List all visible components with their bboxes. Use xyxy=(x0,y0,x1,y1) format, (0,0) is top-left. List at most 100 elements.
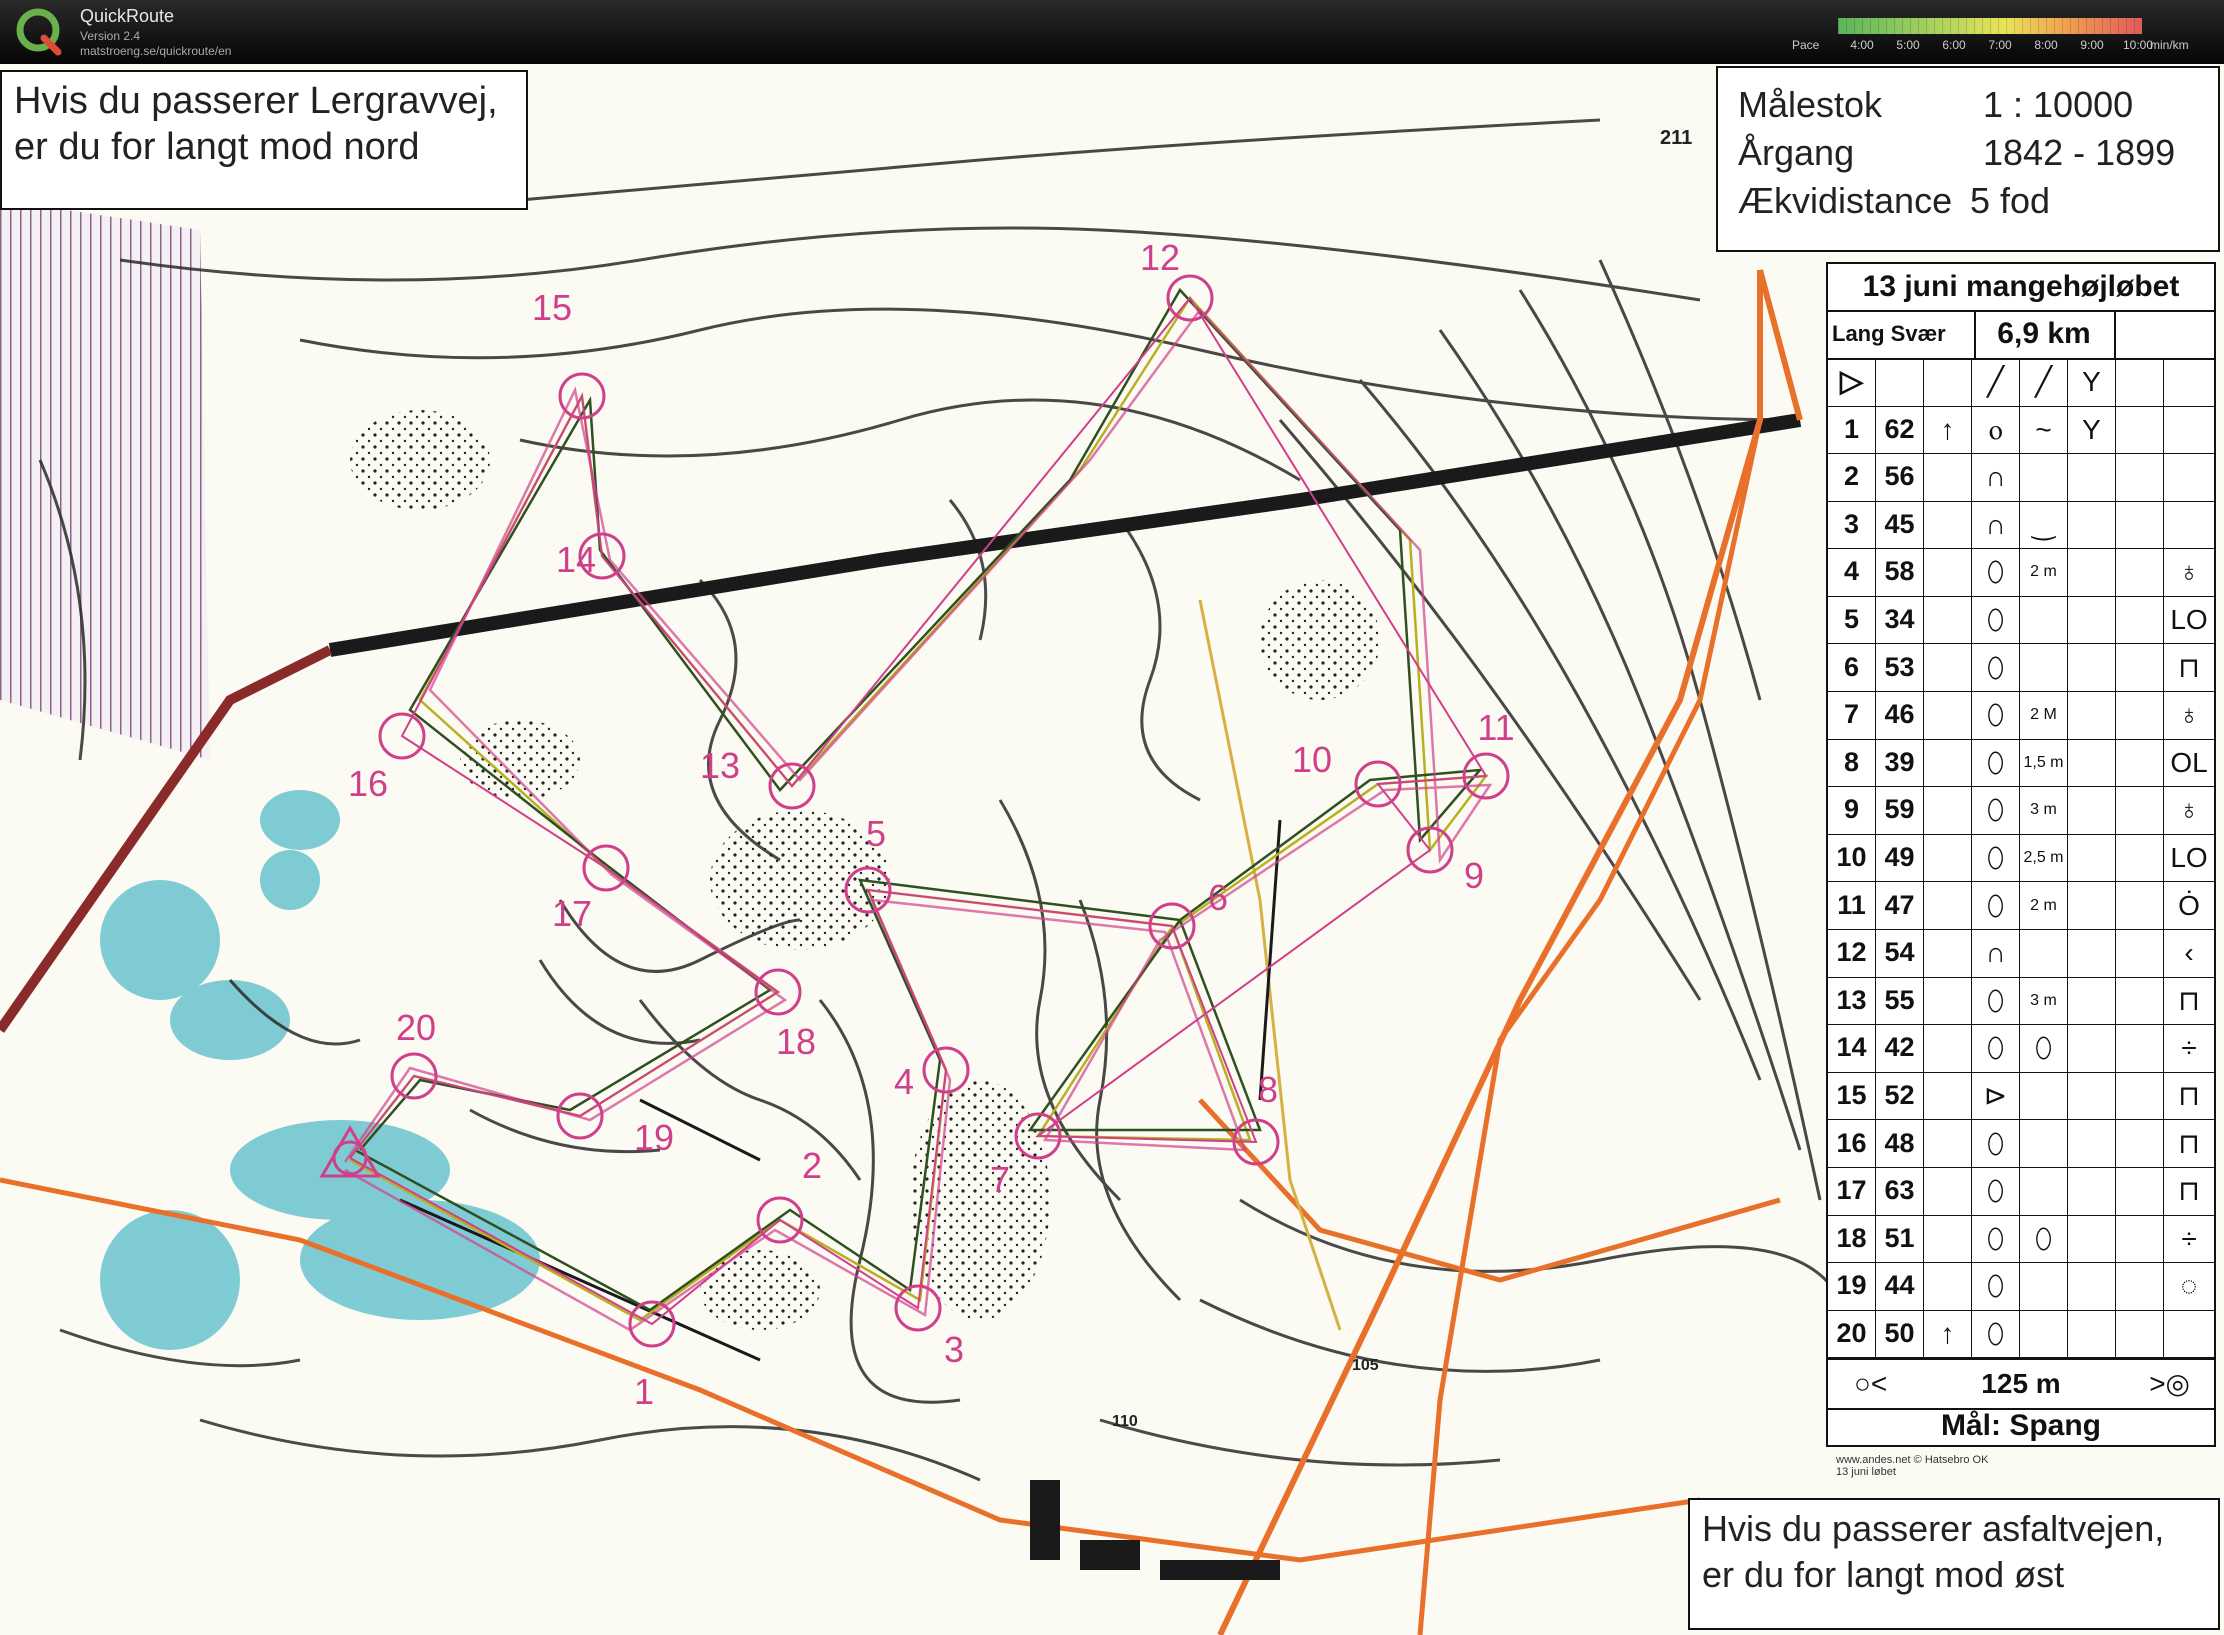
control-code: 59 xyxy=(1876,786,1924,834)
pace-tick: 10:00 xyxy=(2122,38,2154,52)
control-row: 19 44 ⬯ ◌ xyxy=(1828,1262,2214,1311)
empty-cell xyxy=(2116,1262,2164,1310)
control-number-label: 17 xyxy=(551,893,593,934)
control-code: 54 xyxy=(1876,929,1924,977)
control-row: 8 39 ⬯ 1,5 m OL xyxy=(1828,738,2214,788)
control-feature-icon: 3 m xyxy=(2020,976,2068,1025)
control-number-label: 13 xyxy=(699,745,741,786)
control-feature-icon xyxy=(2020,929,2068,977)
control-row: 5 34 ⬯ LO xyxy=(1828,595,2214,645)
control-row: 20 50 ↑ ⬯ xyxy=(1828,1309,2214,1359)
control-feature-icon xyxy=(1924,1167,1972,1215)
height-label: 105 xyxy=(1352,1357,1379,1374)
control-feature-icon xyxy=(2068,786,2116,834)
control-feature-icon xyxy=(1924,1071,1972,1120)
title-bar: QuickRoute Version 2.4 matstroeng.se/qui… xyxy=(0,0,2224,64)
control-row: 6 53 ⬯ ⊓ xyxy=(1828,643,2214,692)
control-description-sheet: 13 juni mangehøjløbet Lang Svær 6,9 km ▷… xyxy=(1826,262,2216,1447)
control-code: 52 xyxy=(1876,1071,1924,1120)
control-number: 7 xyxy=(1828,691,1876,739)
control-feature-icon: ⊳ xyxy=(1972,1071,2020,1120)
control-number: 18 xyxy=(1828,1214,1876,1263)
note-line: er du for langt mod øst xyxy=(1702,1554,2065,1595)
control-feature-icon xyxy=(1924,1119,1972,1167)
control-feature-icon: ⬯ xyxy=(1972,786,2020,834)
control-number-label: 7 xyxy=(989,1159,1011,1200)
control-feature-icon xyxy=(2068,1214,2116,1263)
control-row: 2 56 ∩ xyxy=(1828,453,2214,502)
control-feature-icon xyxy=(2068,595,2116,644)
control-feature-icon xyxy=(2020,1071,2068,1120)
control-feature-icon: 2 m xyxy=(2020,881,2068,929)
contour-interval-value: 5 fod xyxy=(1970,180,2051,221)
control-feature-icon xyxy=(2164,501,2214,549)
control-feature-icon: ⬯ xyxy=(1972,643,2020,691)
app-version: Version 2.4 xyxy=(80,29,141,43)
control-row: 4 58 ⬯ 2 m ♁ xyxy=(1828,548,2214,597)
quickroute-logo-icon xyxy=(16,8,62,56)
empty-cell xyxy=(2116,881,2164,929)
empty-cell xyxy=(2116,1071,2164,1120)
control-feature-icon: ÷ xyxy=(2181,1032,2197,1064)
empty-cell xyxy=(2116,548,2164,596)
control-feature-icon: ⬯ xyxy=(1972,976,2020,1025)
control-feature-icon: ⬯ xyxy=(1972,691,2020,739)
control-feature-icon xyxy=(2068,548,2116,596)
empty-cell xyxy=(2116,1309,2164,1358)
control-feature-icon: ◌ xyxy=(2180,1270,2198,1302)
control-code: 34 xyxy=(1876,595,1924,644)
control-code: 39 xyxy=(1876,738,1924,787)
control-number-label: 15 xyxy=(531,287,573,328)
empty-cell xyxy=(2116,405,2164,453)
course-name: Lang Svær xyxy=(1832,310,1976,358)
control-feature-icon xyxy=(2068,738,2116,787)
control-feature-icon xyxy=(1924,1262,1972,1310)
control-code: 42 xyxy=(1876,1024,1924,1072)
control-row: 3 45 ∩ ‿ xyxy=(1828,500,2214,550)
control-number: 20 xyxy=(1828,1309,1876,1358)
finish-end-icon: >◎ xyxy=(2149,1368,2190,1399)
empty-cell xyxy=(2116,595,2164,644)
empty-cell xyxy=(2116,833,2164,882)
control-code: 56 xyxy=(1876,453,1924,501)
control-feature-icon: 2,5 m xyxy=(2020,833,2068,882)
control-feature-icon: ~ xyxy=(2020,405,2068,453)
control-number-label: 14 xyxy=(555,539,597,580)
control-number: 2 xyxy=(1828,453,1876,501)
control-row: 17 63 ⬯ ⊓ xyxy=(1828,1167,2214,1216)
restricted-area xyxy=(0,200,210,760)
control-number: 12 xyxy=(1828,929,1876,977)
control-feature-icon xyxy=(2020,1309,2068,1358)
control-number-label: 1 xyxy=(633,1371,655,1412)
control-feature-icon xyxy=(1924,1214,1972,1263)
control-number: 6 xyxy=(1828,643,1876,691)
control-feature-icon xyxy=(2068,1071,2116,1120)
control-code: 47 xyxy=(1876,881,1924,929)
control-feature-icon xyxy=(2068,1167,2116,1215)
control-feature-icon xyxy=(2068,833,2116,882)
control-number: 8 xyxy=(1828,738,1876,787)
control-feature-icon: ⊓ xyxy=(2178,651,2200,683)
control-row: 18 51 ⬯ ⬯ ÷ xyxy=(1828,1214,2214,1264)
control-number-label: 12 xyxy=(1139,237,1181,278)
empty-cell xyxy=(2116,643,2164,691)
pace-tick: 4:00 xyxy=(1850,38,1874,52)
start-row: ▷ ╱ ╱ Y xyxy=(1828,358,2214,407)
path-icon: ╱ xyxy=(1972,358,2020,406)
control-feature-icon xyxy=(1924,595,1972,644)
course-info-row: Lang Svær 6,9 km xyxy=(1828,310,2214,360)
control-feature-icon: LO xyxy=(2170,603,2208,635)
control-feature-icon: ♁ xyxy=(2178,794,2200,826)
control-feature-icon xyxy=(1924,786,1972,834)
scale-value: 1 : 10000 xyxy=(1983,84,2134,125)
year-label: Årgang xyxy=(1738,132,1855,173)
credit-line: www.andes.net © Hatsebro OK xyxy=(1836,1454,1989,1466)
control-feature-icon: ⬯ xyxy=(1972,738,2020,787)
control-row: 16 48 ⬯ ⊓ xyxy=(1828,1119,2214,1168)
control-feature-icon xyxy=(2020,1262,2068,1310)
pace-color-scale xyxy=(1838,18,2142,34)
empty-cell xyxy=(2116,738,2164,787)
path-icon: ╱ xyxy=(2020,358,2068,406)
control-number: 13 xyxy=(1828,976,1876,1025)
app-url: matstroeng.se/quickroute/en xyxy=(80,44,232,58)
